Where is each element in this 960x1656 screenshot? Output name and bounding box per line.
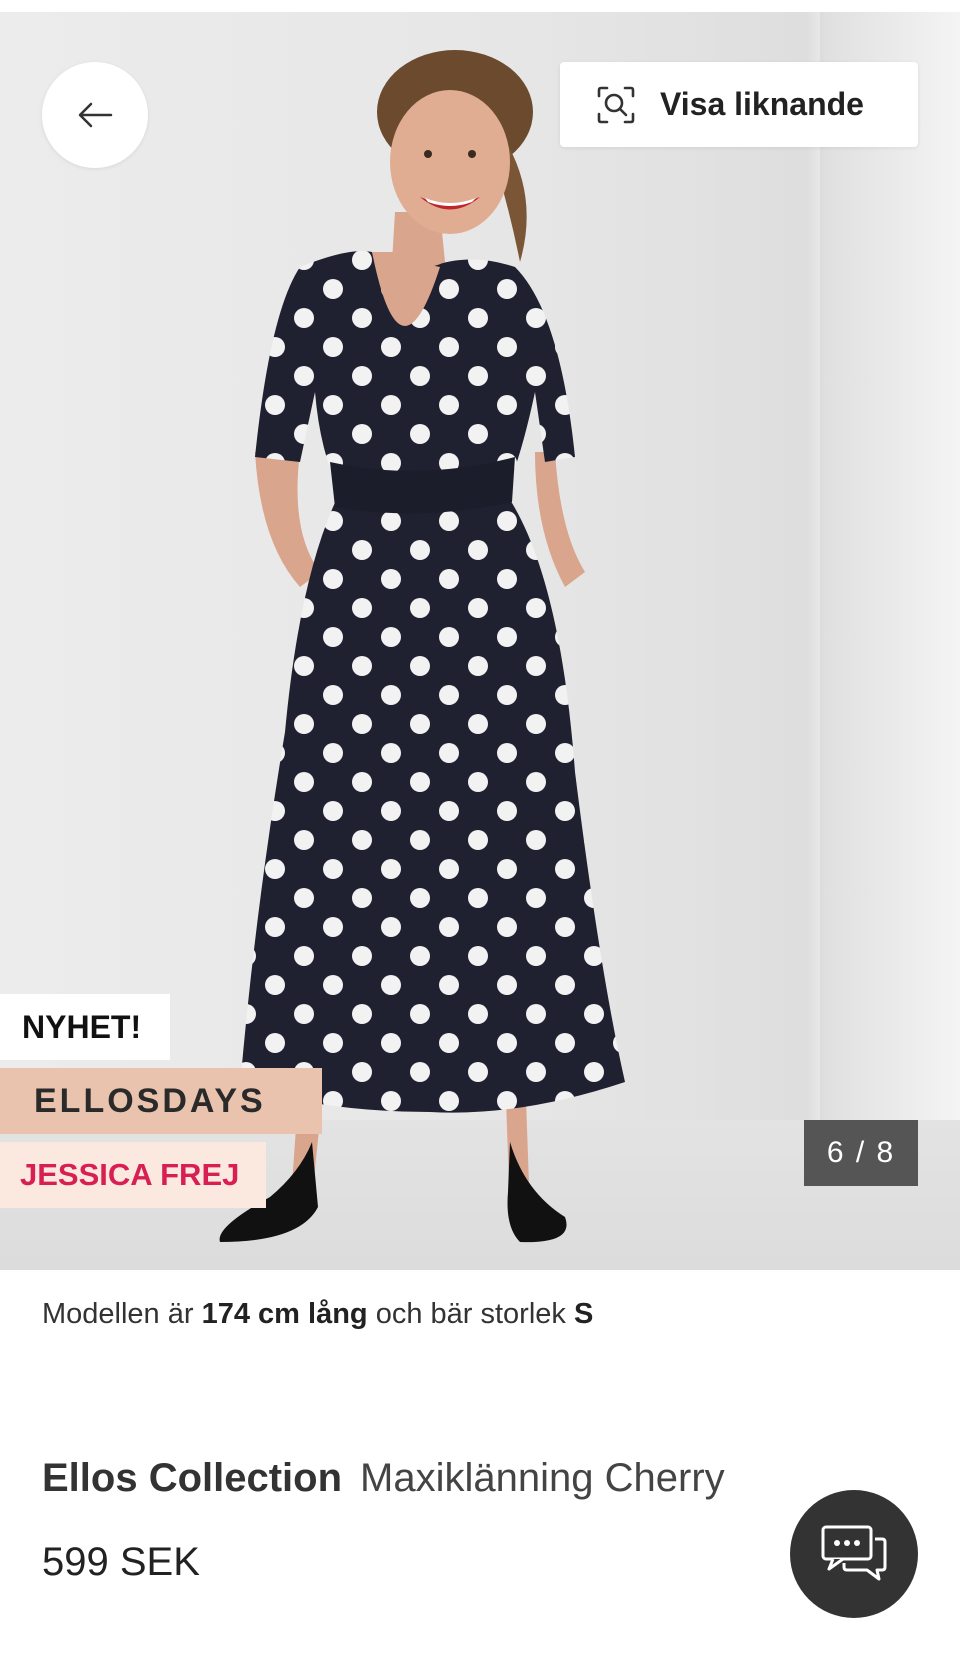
product-title: Ellos Collection Maxiklänning Cherry <box>42 1456 725 1501</box>
image-counter: 6 / 8 <box>804 1120 918 1186</box>
visa-liknande-label: Visa liknande <box>660 86 864 122</box>
product-name: Maxiklänning Cherry <box>360 1456 725 1500</box>
collab-badge: JESSICA FREJ <box>0 1142 266 1208</box>
product-image-gallery[interactable]: Visa liknande NYHET! ELLOSDAYS JESSICA F… <box>0 12 960 1270</box>
campaign-badge: ELLOSDAYS <box>0 1068 322 1134</box>
product-brand[interactable]: Ellos Collection <box>42 1456 342 1500</box>
visual-search-icon <box>594 83 638 127</box>
chat-icon <box>821 1525 887 1581</box>
visa-liknande-button[interactable]: Visa liknande <box>560 62 918 147</box>
model-height: 174 cm lång <box>201 1298 368 1330</box>
back-button[interactable] <box>42 62 148 168</box>
model-size: S <box>573 1298 594 1330</box>
model-info-middle: och bär storlek <box>375 1298 566 1330</box>
new-badge: NYHET! <box>0 994 170 1060</box>
chat-button[interactable] <box>790 1490 918 1618</box>
model-info: Modellen är 174 cm lång och bär storlek … <box>42 1298 593 1331</box>
product-price: 599 SEK <box>42 1540 200 1584</box>
arrow-left-icon <box>78 102 113 128</box>
model-info-prefix: Modellen är <box>42 1298 194 1330</box>
